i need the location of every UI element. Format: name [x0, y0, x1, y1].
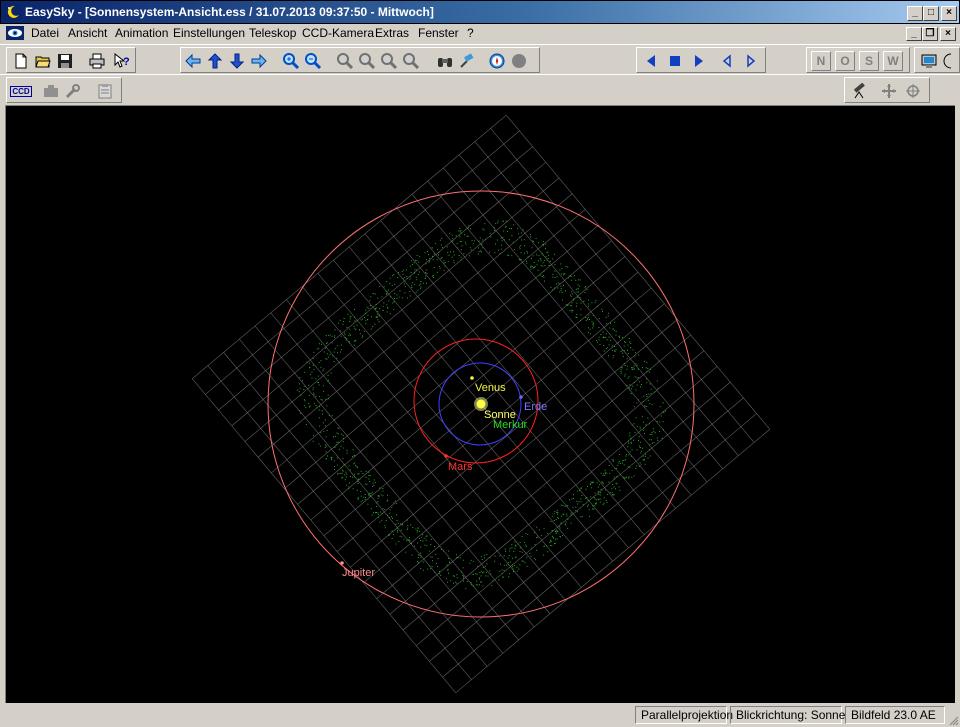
arrow-up-icon[interactable] [205, 51, 225, 71]
zoom-in-icon[interactable] [281, 51, 301, 71]
mdi-close-button[interactable]: × [940, 27, 956, 41]
field-of-view-status: Bildfeld 23.0 AE [845, 706, 945, 724]
easysky-app-icon [5, 4, 21, 20]
monitor-icon[interactable] [919, 51, 939, 71]
maximize-button[interactable]: □ [923, 6, 939, 21]
east-button[interactable]: O [835, 51, 855, 71]
minimize-button[interactable]: _ [907, 6, 923, 21]
open-folder-icon[interactable] [33, 51, 53, 71]
menu-animation[interactable]: Animation [115, 26, 168, 40]
new-file-icon[interactable] [11, 51, 31, 71]
menu-datei[interactable]: Datei [31, 26, 59, 40]
north-button[interactable]: N [811, 51, 831, 71]
moon-icon[interactable] [941, 51, 960, 71]
mars-label: Mars [448, 461, 473, 473]
target-icon[interactable] [903, 81, 923, 101]
arrow-right-icon[interactable] [249, 51, 269, 71]
step-back-icon[interactable] [717, 51, 737, 71]
telescope-icon[interactable] [849, 81, 869, 101]
move-crosshair-icon[interactable] [879, 81, 899, 101]
save-disk-icon[interactable] [55, 51, 75, 71]
menu-help[interactable]: ? [467, 26, 474, 40]
mdi-minimize-button[interactable]: _ [906, 27, 922, 41]
clipboard-icon[interactable] [95, 81, 115, 101]
menu-ccd-kamera[interactable]: CCD-Kamera [302, 26, 374, 40]
menu-einstellungen[interactable]: Einstellungen [173, 26, 245, 40]
menu-ansicht[interactable]: Ansicht [68, 26, 107, 40]
menu-bar: Datei Ansicht Animation Einstellungen Te… [0, 24, 960, 44]
window-title: EasySky - [Sonnensystem-Ansicht.ess / 31… [25, 5, 434, 19]
mars-marker[interactable] [444, 454, 448, 458]
secondary-toolbar: CCD [0, 74, 960, 105]
menu-teleskop[interactable]: Teleskop [249, 26, 296, 40]
solar-system-canvas[interactable]: Venus Sonne Erde Merkur Mars Jupiter [6, 106, 955, 703]
zoom-preset-4-icon[interactable] [401, 51, 421, 71]
view-direction-status: Blickrichtung: Sonne [730, 706, 845, 724]
solar-system-view[interactable]: Venus Sonne Erde Merkur Mars Jupiter [5, 105, 955, 703]
context-help-icon[interactable]: ? [111, 51, 131, 71]
mercury-label: Merkur [493, 419, 528, 431]
projection-status: Parallelprojektion [635, 706, 733, 724]
venus-marker[interactable] [470, 376, 474, 380]
ccd-tool-group: CCD [6, 77, 122, 103]
status-bar: Parallelprojektion Blickrichtung: Sonne … [0, 705, 960, 727]
arrow-down-icon[interactable] [227, 51, 247, 71]
menu-extras[interactable]: Extras [375, 26, 409, 40]
compass-icon[interactable] [487, 51, 507, 71]
svg-text:?: ? [123, 56, 129, 68]
menu-fenster[interactable]: Fenster [418, 26, 459, 40]
earth-label: Erde [524, 401, 547, 413]
zoom-out-icon[interactable] [303, 51, 323, 71]
title-bar: EasySky - [Sonnensystem-Ansicht.ess / 31… [0, 0, 960, 24]
sun-marker[interactable] [476, 399, 486, 409]
camera-icon[interactable] [41, 81, 61, 101]
arrow-left-icon[interactable] [183, 51, 203, 71]
zoom-preset-3-icon[interactable] [379, 51, 399, 71]
play-back-icon[interactable] [641, 51, 661, 71]
telescope-tool-icon[interactable] [457, 51, 477, 71]
stop-icon[interactable] [665, 51, 685, 71]
animation-tool-group [636, 47, 766, 73]
step-forward-icon[interactable] [741, 51, 761, 71]
ccd-button[interactable]: CCD [10, 81, 32, 101]
file-tool-group: ? [6, 47, 136, 73]
earth-marker[interactable] [519, 395, 523, 399]
venus-label: Venus [475, 382, 506, 394]
main-toolbar: ? N O S W [0, 44, 960, 75]
print-icon[interactable] [87, 51, 107, 71]
mdi-restore-button[interactable]: ❐ [922, 27, 938, 41]
jupiter-marker[interactable] [340, 561, 344, 565]
record-icon[interactable] [509, 51, 529, 71]
zoom-preset-2-icon[interactable] [357, 51, 377, 71]
close-button[interactable]: × [941, 6, 957, 21]
extra-tool-group [914, 47, 960, 73]
ccd-label: CCD [10, 85, 32, 97]
wrench-icon[interactable] [63, 81, 83, 101]
telescope-control-group [844, 77, 930, 103]
direction-tool-group: N O S W [806, 47, 910, 73]
navigation-tool-group [180, 47, 540, 73]
west-button[interactable]: W [883, 51, 903, 71]
play-forward-icon[interactable] [689, 51, 709, 71]
south-button[interactable]: S [859, 51, 879, 71]
document-eye-icon[interactable] [6, 26, 24, 40]
zoom-preset-1-icon[interactable] [335, 51, 355, 71]
binoculars-icon[interactable] [435, 51, 455, 71]
resize-grip-icon[interactable] [947, 714, 959, 726]
jupiter-label: Jupiter [342, 567, 375, 579]
